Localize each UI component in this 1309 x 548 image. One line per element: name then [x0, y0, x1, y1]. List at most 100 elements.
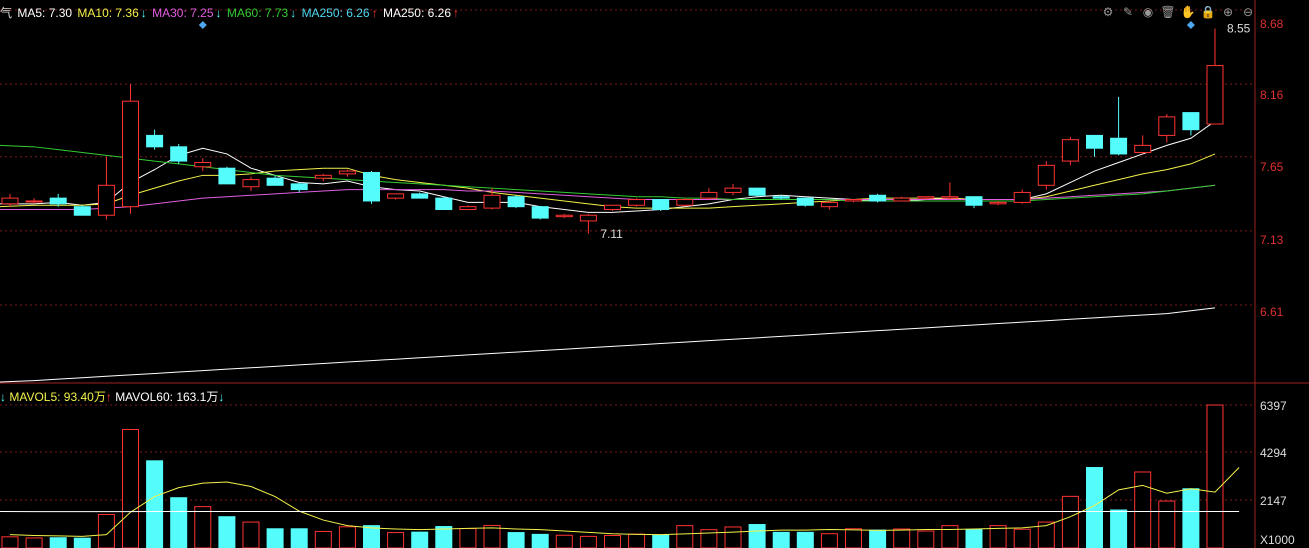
volume-bar — [893, 528, 911, 548]
mavol5-label: MAVOL5: 93.40万 — [9, 390, 106, 404]
volume-bar — [483, 524, 501, 548]
candle-body — [435, 197, 453, 211]
candle-body — [1182, 112, 1200, 131]
volume-tick: 2147 — [1260, 494, 1287, 508]
volume-bar — [965, 528, 983, 548]
volume-bar — [507, 532, 525, 548]
volume-bar — [314, 530, 332, 548]
volume-bar — [604, 534, 621, 548]
volume-bar — [1110, 509, 1128, 548]
candle-body — [628, 199, 646, 206]
zoom-in-icon[interactable]: ⊕ — [1220, 4, 1236, 20]
ma250-arrow: ↑ — [371, 6, 378, 20]
volume-bar — [194, 506, 212, 548]
settings-icon[interactable]: ⚙ — [1100, 4, 1116, 20]
zoom-out-icon[interactable]: ⊖ — [1240, 4, 1256, 20]
candle-body — [1037, 164, 1055, 186]
candle-body — [1013, 191, 1031, 203]
chart-toolbar: ⚙ ✎ ◉ 🗑 ✋ 🔒 ⊕ ⊖ — [1100, 4, 1256, 20]
low-price-label: 7.11 — [600, 227, 623, 241]
volume-unit: X1000 — [1260, 533, 1295, 547]
price-tick: 7.65 — [1260, 160, 1284, 174]
volume-bar — [579, 535, 597, 548]
volume-bar — [1061, 495, 1079, 548]
mavol5-arrow: ↑ — [105, 390, 112, 404]
candle-body — [1110, 137, 1128, 155]
candle-body — [845, 199, 862, 202]
candle-body — [820, 201, 838, 208]
candle-body — [194, 161, 212, 168]
candle-body — [483, 194, 501, 209]
price-tick: 7.13 — [1260, 233, 1284, 247]
pen-icon[interactable]: ✎ — [1120, 4, 1136, 20]
volume-bar — [122, 429, 139, 548]
trash-icon[interactable]: 🗑 — [1160, 4, 1176, 20]
volume-bar — [290, 528, 308, 548]
volume-bar — [917, 530, 935, 548]
volume-bar — [170, 497, 188, 548]
candle-body — [796, 197, 814, 206]
candle-body — [290, 183, 308, 191]
candle-body — [941, 196, 959, 199]
price-tick: 8.16 — [1260, 88, 1284, 102]
volume-bar — [796, 531, 814, 548]
hand-icon[interactable]: ✋ — [1180, 4, 1196, 20]
marker-icon — [1186, 21, 1195, 29]
volume-bar — [748, 524, 766, 548]
candle-body — [917, 196, 935, 199]
volume-bar — [387, 532, 405, 548]
volume-bar — [242, 521, 260, 548]
candle-body — [700, 191, 718, 199]
volume-bar — [146, 460, 164, 548]
candle-body — [1086, 134, 1103, 149]
vol-legend-prefix: ↓ — [0, 390, 6, 404]
candle-body — [73, 206, 91, 216]
volume-bar — [1158, 500, 1176, 548]
volume-legend: ↓ MAVOL5: 93.40万↑ MAVOL60: 163.1万↓ — [0, 388, 224, 405]
volume-bar — [97, 513, 115, 548]
candle-body — [652, 199, 670, 211]
ma30-label: MA30: 7.25 — [152, 6, 214, 20]
volume-bar — [363, 525, 380, 548]
candle-body — [218, 167, 236, 185]
volume-bar — [1206, 404, 1224, 548]
volume-bar — [652, 534, 670, 548]
candle-body — [314, 174, 332, 179]
volume-bar — [49, 537, 67, 548]
candle-body — [1134, 144, 1152, 154]
candle-body — [122, 100, 139, 208]
volume-tick: 6397 — [1260, 399, 1287, 413]
candle-body — [1061, 139, 1079, 162]
volume-tick: 4294 — [1260, 446, 1287, 460]
candle-body — [170, 146, 188, 162]
candle-body — [387, 193, 405, 199]
candle-body — [676, 199, 694, 206]
marker-icon — [198, 21, 207, 29]
price-tick: 6.61 — [1260, 305, 1284, 319]
volume-bar — [73, 537, 91, 548]
volume-bar — [1, 536, 19, 548]
candle-body — [363, 171, 380, 202]
ma250-line — [0, 307, 1216, 383]
kline-chart[interactable]: 8.55 7.11 — [0, 0, 1309, 548]
candle-body — [25, 200, 43, 203]
ma250b-label: MA250: 6.26 — [382, 6, 451, 20]
candle-body — [604, 204, 621, 211]
candle-body — [146, 134, 164, 148]
price-tick: 8.68 — [1260, 17, 1284, 31]
volume-bar — [820, 533, 838, 548]
volume-bar — [266, 528, 284, 548]
volume-bar — [1013, 528, 1031, 548]
volume-bar — [411, 531, 429, 548]
lock-icon[interactable]: 🔒 — [1200, 4, 1216, 20]
candle-body — [555, 214, 573, 218]
eye-icon[interactable]: ◉ — [1140, 4, 1156, 20]
volume-bar — [338, 526, 356, 548]
legend-prefix: 气 — [0, 6, 13, 20]
volume-bar — [1182, 488, 1200, 548]
candle-body — [531, 206, 549, 219]
candle-body — [459, 206, 477, 211]
volume-bar — [531, 533, 549, 548]
high-price-label: 8.55 — [1227, 22, 1251, 36]
volume-bar — [772, 531, 790, 548]
